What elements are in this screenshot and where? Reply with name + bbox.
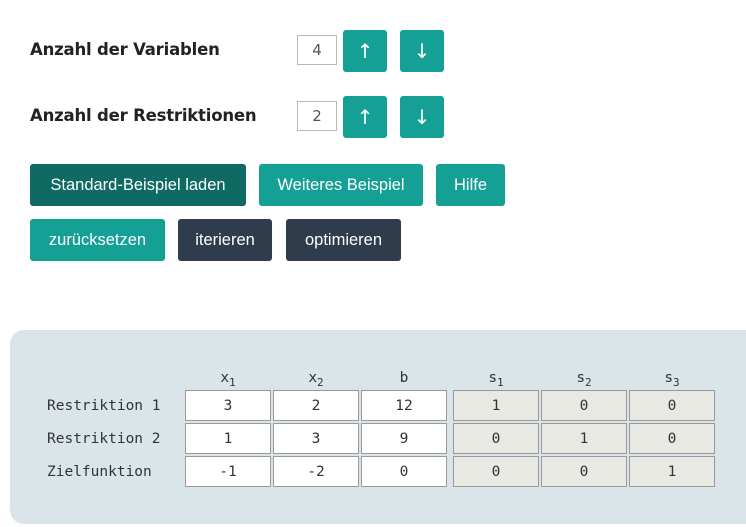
arrow-up-icon: ↑ [356, 105, 374, 129]
tableau-cell[interactable]: 12 [361, 390, 447, 421]
another-example-button[interactable]: Weiteres Beispiel [259, 164, 423, 206]
slack-cell: 1 [453, 390, 539, 421]
arrow-down-icon: ↓ [413, 39, 431, 63]
restrictions-label: Anzahl der Restriktionen [30, 106, 257, 125]
restrictions-count-field[interactable]: 2 [297, 101, 337, 131]
tableau-cell[interactable]: -2 [273, 456, 359, 487]
row-label-objective-function: Zielfunktion [47, 464, 152, 480]
tableau-cell[interactable]: 2 [273, 390, 359, 421]
slack-cell: 0 [629, 423, 715, 454]
column-header-s1: s1 [488, 370, 504, 389]
load-standard-example-button[interactable]: Standard-Beispiel laden [30, 164, 246, 206]
restrictions-decrement-button[interactable]: ↓ [400, 96, 444, 138]
slack-cell: 1 [541, 423, 627, 454]
row-label-restriction-2: Restriktion 2 [47, 431, 161, 447]
slack-cell: 1 [629, 456, 715, 487]
variables-count-field[interactable]: 4 [297, 35, 337, 65]
column-header-x1: x1 [220, 370, 236, 389]
column-header-s2: s2 [576, 370, 592, 389]
slack-cell: 0 [453, 423, 539, 454]
arrow-up-icon: ↑ [356, 39, 374, 63]
slack-cell: 0 [541, 456, 627, 487]
tableau-cell[interactable]: 3 [273, 423, 359, 454]
iterate-button[interactable]: iterieren [178, 219, 272, 261]
slack-cell: 0 [541, 390, 627, 421]
optimize-button[interactable]: optimieren [286, 219, 401, 261]
slack-cell: 0 [453, 456, 539, 487]
tableau-cell[interactable]: 9 [361, 423, 447, 454]
row-label-restriction-1: Restriktion 1 [47, 398, 161, 414]
column-header-b: b [399, 370, 409, 386]
help-button[interactable]: Hilfe [436, 164, 505, 206]
variables-increment-button[interactable]: ↑ [343, 30, 387, 72]
tableau-cell[interactable]: 3 [185, 390, 271, 421]
slack-cell: 0 [629, 390, 715, 421]
restrictions-increment-button[interactable]: ↑ [343, 96, 387, 138]
tableau-cell[interactable]: -1 [185, 456, 271, 487]
variables-label: Anzahl der Variablen [30, 40, 220, 59]
arrow-down-icon: ↓ [413, 105, 431, 129]
variables-decrement-button[interactable]: ↓ [400, 30, 444, 72]
column-header-x2: x2 [308, 370, 324, 389]
column-header-s3: s3 [664, 370, 680, 389]
tableau-cell[interactable]: 1 [185, 423, 271, 454]
tableau-cell[interactable]: 0 [361, 456, 447, 487]
reset-button[interactable]: zurücksetzen [30, 219, 165, 261]
